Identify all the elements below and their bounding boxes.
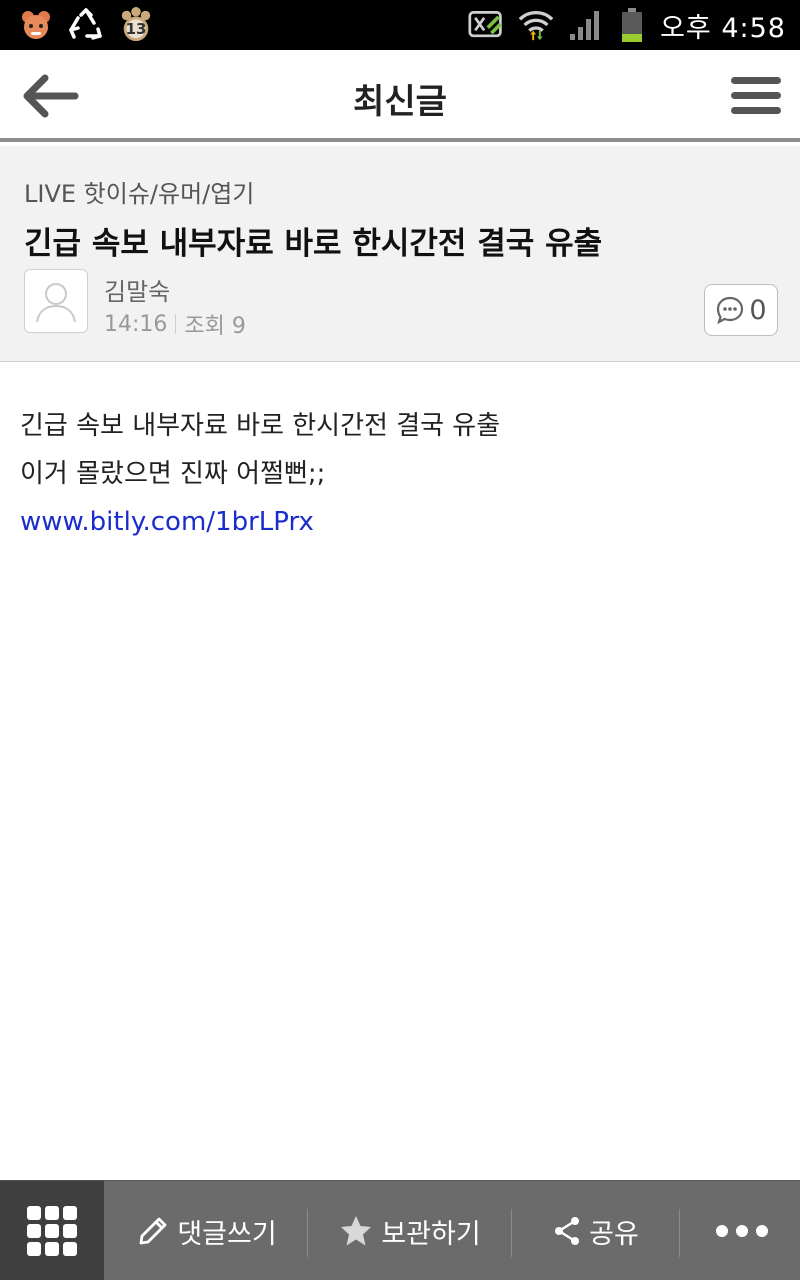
post-body: 긴급 속보 내부자료 바로 한시간전 결국 유출 이거 몰랐으면 진짜 어쩔뻔;… (20, 402, 780, 546)
share-button[interactable]: 공유 (516, 1181, 676, 1280)
star-icon (341, 1216, 372, 1246)
app-header: 최신글 (0, 50, 800, 142)
recycle-icon (68, 7, 104, 43)
post-header: LIVE 핫이슈/유머/엽기 긴급 속보 내부자료 바로 한시간전 결국 유출 … (0, 146, 800, 362)
paw-badge-icon: 13 (118, 7, 154, 43)
status-bar-notifications: 13 (18, 7, 154, 43)
more-dots-icon (716, 1225, 768, 1237)
post-body-line: 이거 몰랐으면 진짜 어쩔뻔;; (20, 459, 326, 489)
character-app-icon (18, 7, 54, 43)
share-label: 공유 (589, 1218, 639, 1250)
bottom-bar-divider (307, 1209, 308, 1257)
grid-icon (27, 1206, 77, 1256)
share-icon (555, 1217, 580, 1245)
wifi-icon (518, 7, 554, 43)
notification-badge-count: 13 (125, 20, 147, 38)
app-grid-button[interactable] (0, 1181, 104, 1280)
write-comment-label: 댓글쓰기 (177, 1218, 277, 1250)
more-options-button[interactable] (684, 1181, 800, 1280)
status-bar-system: 오후 4:58 (468, 6, 786, 44)
status-time: 오후 4:58 (660, 12, 786, 44)
speech-bubble-icon (717, 296, 744, 325)
post-category[interactable]: LIVE 핫이슈/유머/엽기 (24, 174, 254, 209)
meta-divider (175, 314, 177, 334)
post-body-line: 긴급 속보 내부자료 바로 한시간전 결국 유출 (20, 411, 501, 441)
save-label: 보관하기 (381, 1218, 481, 1250)
post-meta: 14:16 조회 9 (104, 308, 246, 340)
signal-strength-icon (568, 7, 604, 43)
post-time: 14:16 (104, 311, 168, 337)
bottom-bar-divider (679, 1209, 680, 1257)
battery-icon (618, 7, 646, 43)
menu-button[interactable] (726, 70, 786, 122)
hamburger-menu-icon (731, 77, 781, 114)
save-button[interactable]: 보관하기 (312, 1181, 508, 1280)
comment-count-button[interactable]: 0 (704, 284, 778, 336)
bottom-bar-divider (511, 1209, 512, 1257)
bottom-action-bar: 댓글쓰기 보관하기 공유 (0, 1180, 800, 1280)
post-link[interactable]: www.bitly.com/1brLPrx (20, 507, 314, 537)
default-user-icon (36, 283, 76, 323)
write-comment-button[interactable]: 댓글쓰기 (112, 1181, 302, 1280)
view-count: 조회 9 (184, 314, 246, 339)
pencil-icon (139, 1217, 167, 1245)
screen-mirroring-icon (468, 7, 504, 43)
author-name[interactable]: 김말숙 (104, 272, 170, 307)
comment-count: 0 (749, 294, 767, 326)
avatar[interactable] (24, 269, 88, 333)
page-title: 최신글 (353, 82, 447, 122)
status-bar: 13 오후 4:58 (0, 0, 800, 50)
post-title: 긴급 속보 내부자료 바로 한시간전 결국 유출 (24, 226, 603, 262)
